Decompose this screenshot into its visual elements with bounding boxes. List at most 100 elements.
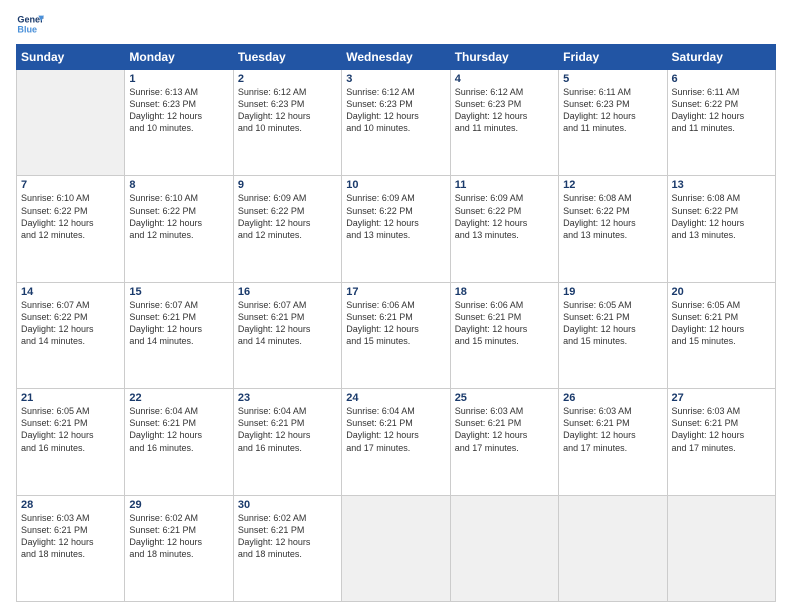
day-number: 1 xyxy=(129,73,228,85)
svg-text:Blue: Blue xyxy=(17,24,37,34)
calendar-header-row: SundayMondayTuesdayWednesdayThursdayFrid… xyxy=(17,45,776,70)
day-info: Sunrise: 6:08 AM Sunset: 6:22 PM Dayligh… xyxy=(672,192,771,241)
day-number: 8 xyxy=(129,179,228,191)
day-number: 29 xyxy=(129,499,228,511)
day-number: 26 xyxy=(563,392,662,404)
day-info: Sunrise: 6:03 AM Sunset: 6:21 PM Dayligh… xyxy=(21,512,120,561)
day-info: Sunrise: 6:11 AM Sunset: 6:22 PM Dayligh… xyxy=(672,86,771,135)
day-info: Sunrise: 6:07 AM Sunset: 6:22 PM Dayligh… xyxy=(21,299,120,348)
day-number: 30 xyxy=(238,499,337,511)
calendar-table: SundayMondayTuesdayWednesdayThursdayFrid… xyxy=(16,44,776,602)
day-number: 3 xyxy=(346,73,445,85)
day-number: 13 xyxy=(672,179,771,191)
calendar-cell: 22Sunrise: 6:04 AM Sunset: 6:21 PM Dayli… xyxy=(125,389,233,495)
day-number: 23 xyxy=(238,392,337,404)
day-number: 2 xyxy=(238,73,337,85)
day-info: Sunrise: 6:03 AM Sunset: 6:21 PM Dayligh… xyxy=(563,405,662,454)
day-info: Sunrise: 6:10 AM Sunset: 6:22 PM Dayligh… xyxy=(21,192,120,241)
week-row-3: 14Sunrise: 6:07 AM Sunset: 6:22 PM Dayli… xyxy=(17,282,776,388)
day-info: Sunrise: 6:02 AM Sunset: 6:21 PM Dayligh… xyxy=(238,512,337,561)
column-header-monday: Monday xyxy=(125,45,233,70)
week-row-5: 28Sunrise: 6:03 AM Sunset: 6:21 PM Dayli… xyxy=(17,495,776,601)
day-number: 16 xyxy=(238,286,337,298)
day-number: 17 xyxy=(346,286,445,298)
day-info: Sunrise: 6:05 AM Sunset: 6:21 PM Dayligh… xyxy=(672,299,771,348)
calendar-cell xyxy=(559,495,667,601)
day-info: Sunrise: 6:02 AM Sunset: 6:21 PM Dayligh… xyxy=(129,512,228,561)
calendar-cell: 25Sunrise: 6:03 AM Sunset: 6:21 PM Dayli… xyxy=(450,389,558,495)
day-info: Sunrise: 6:07 AM Sunset: 6:21 PM Dayligh… xyxy=(129,299,228,348)
calendar-cell: 14Sunrise: 6:07 AM Sunset: 6:22 PM Dayli… xyxy=(17,282,125,388)
day-number: 22 xyxy=(129,392,228,404)
column-header-tuesday: Tuesday xyxy=(233,45,341,70)
logo: General Blue xyxy=(16,10,48,38)
calendar-cell: 16Sunrise: 6:07 AM Sunset: 6:21 PM Dayli… xyxy=(233,282,341,388)
page: General Blue SundayMondayTuesdayWednesda… xyxy=(0,0,792,612)
day-info: Sunrise: 6:13 AM Sunset: 6:23 PM Dayligh… xyxy=(129,86,228,135)
day-number: 20 xyxy=(672,286,771,298)
calendar-cell: 30Sunrise: 6:02 AM Sunset: 6:21 PM Dayli… xyxy=(233,495,341,601)
day-info: Sunrise: 6:06 AM Sunset: 6:21 PM Dayligh… xyxy=(346,299,445,348)
column-header-wednesday: Wednesday xyxy=(342,45,450,70)
week-row-1: 1Sunrise: 6:13 AM Sunset: 6:23 PM Daylig… xyxy=(17,70,776,176)
column-header-sunday: Sunday xyxy=(17,45,125,70)
calendar-cell: 19Sunrise: 6:05 AM Sunset: 6:21 PM Dayli… xyxy=(559,282,667,388)
calendar-cell: 17Sunrise: 6:06 AM Sunset: 6:21 PM Dayli… xyxy=(342,282,450,388)
calendar-cell: 27Sunrise: 6:03 AM Sunset: 6:21 PM Dayli… xyxy=(667,389,775,495)
week-row-2: 7Sunrise: 6:10 AM Sunset: 6:22 PM Daylig… xyxy=(17,176,776,282)
day-number: 25 xyxy=(455,392,554,404)
calendar-cell: 10Sunrise: 6:09 AM Sunset: 6:22 PM Dayli… xyxy=(342,176,450,282)
day-number: 12 xyxy=(563,179,662,191)
calendar-cell: 6Sunrise: 6:11 AM Sunset: 6:22 PM Daylig… xyxy=(667,70,775,176)
calendar-cell: 12Sunrise: 6:08 AM Sunset: 6:22 PM Dayli… xyxy=(559,176,667,282)
day-info: Sunrise: 6:12 AM Sunset: 6:23 PM Dayligh… xyxy=(346,86,445,135)
day-number: 6 xyxy=(672,73,771,85)
day-info: Sunrise: 6:08 AM Sunset: 6:22 PM Dayligh… xyxy=(563,192,662,241)
day-number: 24 xyxy=(346,392,445,404)
calendar-cell xyxy=(667,495,775,601)
day-info: Sunrise: 6:07 AM Sunset: 6:21 PM Dayligh… xyxy=(238,299,337,348)
day-info: Sunrise: 6:03 AM Sunset: 6:21 PM Dayligh… xyxy=(455,405,554,454)
day-info: Sunrise: 6:04 AM Sunset: 6:21 PM Dayligh… xyxy=(346,405,445,454)
calendar-cell: 9Sunrise: 6:09 AM Sunset: 6:22 PM Daylig… xyxy=(233,176,341,282)
calendar-cell: 1Sunrise: 6:13 AM Sunset: 6:23 PM Daylig… xyxy=(125,70,233,176)
logo-icon: General Blue xyxy=(16,10,44,38)
column-header-saturday: Saturday xyxy=(667,45,775,70)
calendar-cell: 8Sunrise: 6:10 AM Sunset: 6:22 PM Daylig… xyxy=(125,176,233,282)
calendar-cell: 21Sunrise: 6:05 AM Sunset: 6:21 PM Dayli… xyxy=(17,389,125,495)
day-info: Sunrise: 6:03 AM Sunset: 6:21 PM Dayligh… xyxy=(672,405,771,454)
day-number: 19 xyxy=(563,286,662,298)
day-number: 14 xyxy=(21,286,120,298)
column-header-friday: Friday xyxy=(559,45,667,70)
day-info: Sunrise: 6:05 AM Sunset: 6:21 PM Dayligh… xyxy=(21,405,120,454)
calendar-cell: 26Sunrise: 6:03 AM Sunset: 6:21 PM Dayli… xyxy=(559,389,667,495)
day-number: 27 xyxy=(672,392,771,404)
calendar-cell: 2Sunrise: 6:12 AM Sunset: 6:23 PM Daylig… xyxy=(233,70,341,176)
day-info: Sunrise: 6:10 AM Sunset: 6:22 PM Dayligh… xyxy=(129,192,228,241)
day-number: 9 xyxy=(238,179,337,191)
day-number: 18 xyxy=(455,286,554,298)
day-info: Sunrise: 6:09 AM Sunset: 6:22 PM Dayligh… xyxy=(346,192,445,241)
day-number: 10 xyxy=(346,179,445,191)
day-info: Sunrise: 6:05 AM Sunset: 6:21 PM Dayligh… xyxy=(563,299,662,348)
calendar-cell: 4Sunrise: 6:12 AM Sunset: 6:23 PM Daylig… xyxy=(450,70,558,176)
calendar-cell: 20Sunrise: 6:05 AM Sunset: 6:21 PM Dayli… xyxy=(667,282,775,388)
day-info: Sunrise: 6:04 AM Sunset: 6:21 PM Dayligh… xyxy=(129,405,228,454)
day-info: Sunrise: 6:04 AM Sunset: 6:21 PM Dayligh… xyxy=(238,405,337,454)
calendar-cell: 13Sunrise: 6:08 AM Sunset: 6:22 PM Dayli… xyxy=(667,176,775,282)
calendar-cell: 11Sunrise: 6:09 AM Sunset: 6:22 PM Dayli… xyxy=(450,176,558,282)
column-header-thursday: Thursday xyxy=(450,45,558,70)
calendar-cell xyxy=(450,495,558,601)
week-row-4: 21Sunrise: 6:05 AM Sunset: 6:21 PM Dayli… xyxy=(17,389,776,495)
calendar-cell xyxy=(342,495,450,601)
day-number: 21 xyxy=(21,392,120,404)
day-info: Sunrise: 6:06 AM Sunset: 6:21 PM Dayligh… xyxy=(455,299,554,348)
calendar-cell: 24Sunrise: 6:04 AM Sunset: 6:21 PM Dayli… xyxy=(342,389,450,495)
day-number: 15 xyxy=(129,286,228,298)
calendar-cell xyxy=(17,70,125,176)
day-number: 28 xyxy=(21,499,120,511)
top-bar: General Blue xyxy=(16,10,776,38)
calendar-cell: 18Sunrise: 6:06 AM Sunset: 6:21 PM Dayli… xyxy=(450,282,558,388)
calendar-cell: 15Sunrise: 6:07 AM Sunset: 6:21 PM Dayli… xyxy=(125,282,233,388)
calendar-cell: 29Sunrise: 6:02 AM Sunset: 6:21 PM Dayli… xyxy=(125,495,233,601)
